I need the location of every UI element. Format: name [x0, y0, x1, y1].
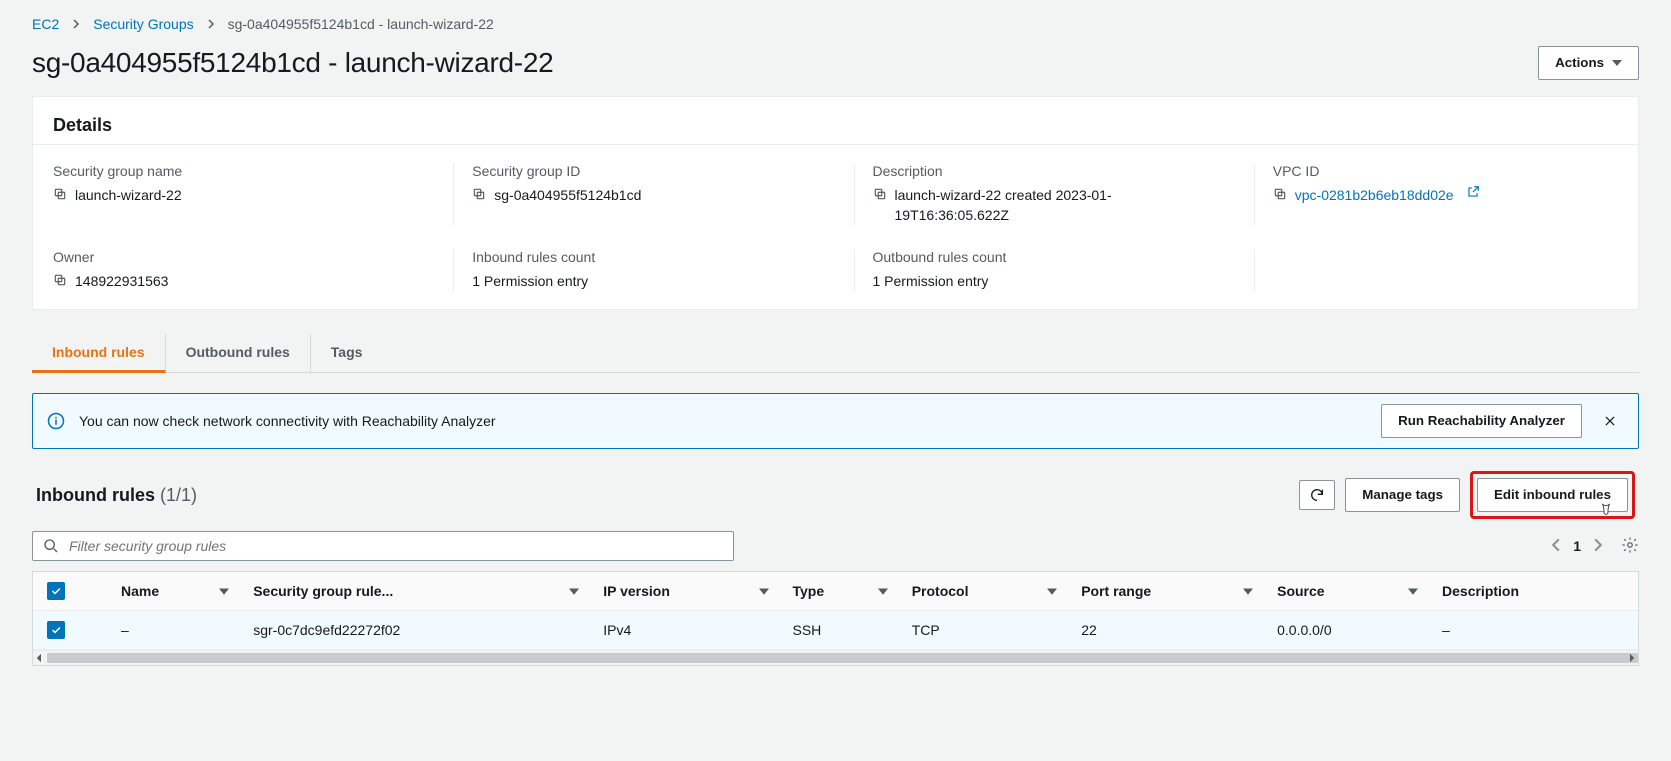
field-sg-name: Security group name launch-wizard-22: [53, 163, 417, 225]
pager-next[interactable]: [1591, 538, 1605, 555]
field-vpc-id: VPC ID vpc-0281b2b6eb18dd02e: [1254, 163, 1618, 225]
crumb-current: sg-0a404955f5124b1cd - launch-wizard-22: [228, 16, 494, 32]
tab-tags[interactable]: Tags: [311, 334, 383, 372]
col-type[interactable]: Type: [779, 572, 898, 611]
field-value: launch-wizard-22: [75, 185, 182, 205]
row-checkbox[interactable]: [47, 621, 65, 639]
details-header: Details: [33, 97, 1638, 145]
col-source[interactable]: Source: [1263, 572, 1428, 611]
copy-icon[interactable]: [1273, 187, 1287, 201]
page-title-bar: sg-0a404955f5124b1cd - launch-wizard-22 …: [32, 46, 1639, 80]
rules-table-wrap: Name Security group rule... IP version T…: [32, 571, 1639, 666]
tab-inbound-rules[interactable]: Inbound rules: [32, 334, 166, 373]
field-inbound-count: Inbound rules count 1 Permission entry: [453, 249, 817, 291]
section-title-text: Inbound rules: [36, 485, 155, 505]
scroll-left-icon[interactable]: [33, 652, 45, 664]
field-label: Owner: [53, 249, 417, 265]
select-all-checkbox[interactable]: [47, 582, 65, 600]
copy-icon[interactable]: [472, 187, 486, 201]
pager-prev[interactable]: [1549, 538, 1563, 555]
filter-box[interactable]: [32, 531, 734, 561]
pager: 1: [1549, 536, 1639, 557]
details-grid: Security group name launch-wizard-22 Sec…: [53, 163, 1618, 291]
refresh-icon: [1309, 487, 1325, 503]
col-desc[interactable]: Description: [1428, 572, 1638, 611]
cell-source: 0.0.0.0/0: [1263, 611, 1428, 650]
field-label: Description: [873, 163, 1218, 179]
tab-outbound-rules[interactable]: Outbound rules: [166, 334, 311, 372]
table-row[interactable]: – sgr-0c7dc9efd22272f02 IPv4 SSH TCP 22 …: [33, 611, 1638, 650]
banner-message: You can now check network connectivity w…: [79, 413, 1367, 429]
copy-icon[interactable]: [53, 187, 67, 201]
actions-label: Actions: [1555, 53, 1604, 73]
cell-name: –: [107, 611, 239, 650]
close-icon[interactable]: [1596, 407, 1624, 435]
rules-table: Name Security group rule... IP version T…: [33, 571, 1638, 650]
details-heading: Details: [53, 115, 1618, 136]
section-title: Inbound rules (1/1): [36, 485, 197, 506]
cell-port: 22: [1067, 611, 1263, 650]
breadcrumb: EC2 Security Groups sg-0a404955f5124b1cd…: [32, 16, 1639, 32]
crumb-ec2[interactable]: EC2: [32, 16, 59, 32]
vpc-link[interactable]: vpc-0281b2b6eb18dd02e: [1295, 185, 1454, 205]
settings-button[interactable]: [1621, 536, 1639, 557]
highlighted-area: Edit inbound rules: [1470, 471, 1635, 519]
section-actions: Manage tags Edit inbound rules: [1299, 471, 1635, 519]
filter-input[interactable]: [67, 537, 723, 555]
field-sg-id: Security group ID sg-0a404955f5124b1cd: [453, 163, 817, 225]
crumb-security-groups[interactable]: Security Groups: [93, 16, 193, 32]
cell-type: SSH: [779, 611, 898, 650]
col-ipver[interactable]: IP version: [589, 572, 778, 611]
field-description: Description launch-wizard-22 created 202…: [854, 163, 1218, 225]
field-value: 1 Permission entry: [472, 271, 588, 291]
caret-down-icon: [1612, 60, 1622, 66]
col-sgr[interactable]: Security group rule...: [239, 572, 589, 611]
field-value: 148922931563: [75, 271, 168, 291]
col-protocol[interactable]: Protocol: [898, 572, 1067, 611]
info-icon: [47, 412, 65, 430]
field-label: Inbound rules count: [472, 249, 817, 265]
gear-icon: [1621, 536, 1639, 554]
table-header-row: Name Security group rule... IP version T…: [33, 572, 1638, 611]
chevron-right-icon: [206, 16, 216, 32]
field-outbound-count: Outbound rules count 1 Permission entry: [854, 249, 1218, 291]
field-owner: Owner 148922931563: [53, 249, 417, 291]
page-title: sg-0a404955f5124b1cd - launch-wizard-22: [32, 47, 553, 79]
search-icon: [43, 538, 59, 554]
horizontal-scrollbar[interactable]: [33, 650, 1638, 665]
cell-sgr: sgr-0c7dc9efd22272f02: [239, 611, 589, 650]
field-label: Security group ID: [472, 163, 817, 179]
inbound-rules-header: Inbound rules (1/1) Manage tags Edit inb…: [32, 471, 1639, 519]
details-panel: Details Security group name launch-wizar…: [32, 96, 1639, 310]
cell-protocol: TCP: [898, 611, 1067, 650]
pager-current: 1: [1573, 538, 1581, 554]
actions-dropdown[interactable]: Actions: [1538, 46, 1639, 80]
scroll-right-icon[interactable]: [1626, 652, 1638, 664]
field-label: VPC ID: [1273, 163, 1618, 179]
field-value: 1 Permission entry: [873, 271, 989, 291]
copy-icon[interactable]: [873, 187, 887, 201]
cell-ipver: IPv4: [589, 611, 778, 650]
external-link-icon: [1466, 185, 1480, 199]
cell-desc: –: [1428, 611, 1638, 650]
tabs: Inbound rules Outbound rules Tags: [32, 334, 1639, 373]
col-name[interactable]: Name: [107, 572, 239, 611]
field-value: sg-0a404955f5124b1cd: [494, 185, 641, 205]
chevron-right-icon: [71, 16, 81, 32]
section-count: (1/1): [160, 485, 197, 505]
reachability-banner: You can now check network connectivity w…: [32, 393, 1639, 449]
scrollbar-thumb[interactable]: [47, 653, 1638, 663]
copy-icon[interactable]: [53, 273, 67, 287]
cursor-icon: [1598, 502, 1614, 520]
field-label: Outbound rules count: [873, 249, 1218, 265]
field-empty: [1254, 249, 1618, 291]
field-value: launch-wizard-22 created 2023-01-19T16:3…: [895, 185, 1218, 225]
run-reachability-button[interactable]: Run Reachability Analyzer: [1381, 404, 1582, 438]
field-label: Security group name: [53, 163, 417, 179]
manage-tags-button[interactable]: Manage tags: [1345, 478, 1460, 512]
filter-row: 1: [32, 531, 1639, 561]
refresh-button[interactable]: [1299, 480, 1335, 510]
col-port[interactable]: Port range: [1067, 572, 1263, 611]
